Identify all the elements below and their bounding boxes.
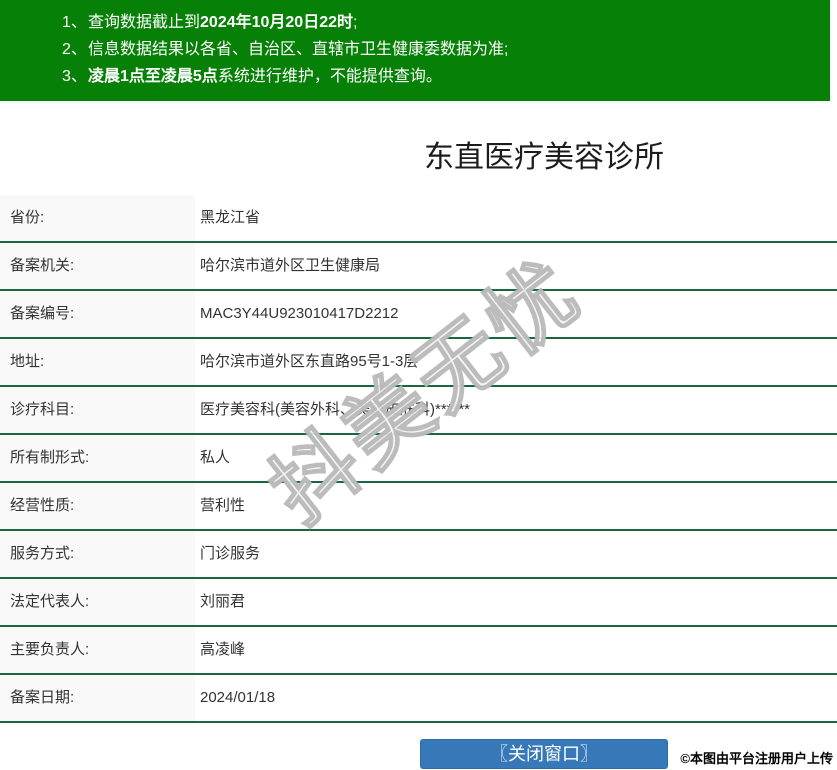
notice-text: 查询数据截止到: [88, 14, 200, 31]
table-row-legal-representative: 法定代表人: 刘丽君: [0, 579, 837, 627]
notice-number: 2、: [62, 36, 88, 63]
field-label: 经营性质:: [0, 483, 195, 529]
table-row-filing-number: 备案编号: MAC3Y44U923010417D2212: [0, 291, 837, 339]
clinic-info-table: 省份: 黑龙江省 备案机关: 哈尔滨市道外区卫生健康局 备案编号: MAC3Y4…: [0, 195, 837, 723]
page: 1、查询数据截止到2024年10月20日22时; 2、信息数据结果以各省、自治区…: [0, 0, 837, 769]
notice-line-2: 2、信息数据结果以各省、自治区、直辖市卫生健康委数据为准;: [0, 36, 830, 63]
field-label: 备案机关:: [0, 243, 195, 289]
table-row-address: 地址: 哈尔滨市道外区东直路95号1-3层: [0, 339, 837, 387]
table-row-province: 省份: 黑龙江省: [0, 195, 837, 243]
table-row-filing-date: 备案日期: 2024/01/18: [0, 675, 837, 723]
field-label: 备案编号:: [0, 291, 195, 337]
field-value: 医疗美容科(美容外科、美容皮肤科)******: [195, 387, 837, 433]
field-value: 哈尔滨市道外区东直路95号1-3层: [195, 339, 837, 385]
field-label: 备案日期:: [0, 675, 195, 721]
close-window-button[interactable]: 〖关闭窗口〗: [420, 739, 668, 769]
table-row-ownership: 所有制形式: 私人: [0, 435, 837, 483]
field-label: 地址:: [0, 339, 195, 385]
notice-banner: 1、查询数据截止到2024年10月20日22时; 2、信息数据结果以各省、自治区…: [0, 0, 830, 101]
field-value: 哈尔滨市道外区卫生健康局: [195, 243, 837, 289]
field-value: 刘丽君: [195, 579, 837, 625]
table-row-main-person-in-charge: 主要负责人: 高凌峰: [0, 627, 837, 675]
copyright-notice: ©本图由平台注册用户上传: [678, 747, 835, 768]
table-row-filing-authority: 备案机关: 哈尔滨市道外区卫生健康局: [0, 243, 837, 291]
field-label: 诊疗科目:: [0, 387, 195, 433]
notice-text: 系统进行维护，不能提供查询。: [218, 68, 442, 85]
field-value: 营利性: [195, 483, 837, 529]
notice-text: ;: [353, 14, 357, 31]
field-label: 主要负责人:: [0, 627, 195, 673]
field-value: 2024/01/18: [195, 675, 837, 721]
field-label: 服务方式:: [0, 531, 195, 577]
page-title: 东直医疗美容诊所: [0, 137, 837, 178]
field-value: 门诊服务: [195, 531, 837, 577]
notice-number: 1、: [62, 9, 88, 36]
notice-number: 3、: [62, 63, 88, 90]
notice-line-1: 1、查询数据截止到2024年10月20日22时;: [0, 9, 830, 36]
notice-text: 信息数据结果以各省、自治区、直辖市卫生健康委数据为准;: [88, 41, 508, 58]
table-row-business-nature: 经营性质: 营利性: [0, 483, 837, 531]
notice-line-3: 3、凌晨1点至凌晨5点系统进行维护，不能提供查询。: [0, 63, 830, 90]
field-label: 所有制形式:: [0, 435, 195, 481]
field-label: 省份:: [0, 195, 195, 241]
notice-text-bold: 2024年10月20日22时: [200, 14, 353, 31]
field-value: 黑龙江省: [195, 195, 837, 241]
table-row-departments: 诊疗科目: 医疗美容科(美容外科、美容皮肤科)******: [0, 387, 837, 435]
field-value: 高凌峰: [195, 627, 837, 673]
field-value: MAC3Y44U923010417D2212: [195, 291, 837, 337]
table-row-service-mode: 服务方式: 门诊服务: [0, 531, 837, 579]
field-label: 法定代表人:: [0, 579, 195, 625]
notice-text-bold: 凌晨1点至凌晨5点: [88, 68, 218, 85]
field-value: 私人: [195, 435, 837, 481]
